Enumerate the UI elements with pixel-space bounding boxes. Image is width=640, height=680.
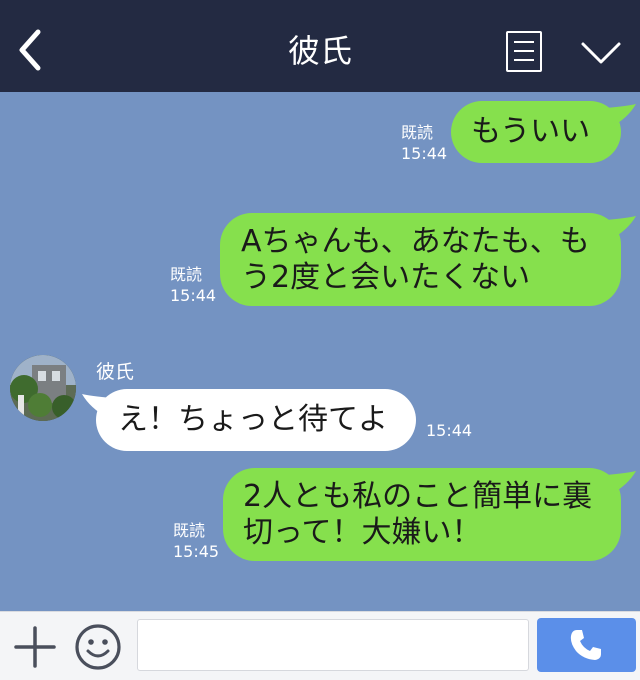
avatar[interactable] <box>10 355 76 421</box>
message-meta: 既読 15:45 <box>173 520 219 562</box>
bubble-tail <box>606 104 636 128</box>
message-text: え！ちょっと待てよ <box>118 402 388 437</box>
message-text: もういい <box>471 114 591 149</box>
sent-message-bubble[interactable]: Aちゃんも、あなたも、も う2度と会いたくない <box>220 213 621 306</box>
smiley-icon[interactable] <box>74 623 122 671</box>
call-button[interactable] <box>537 618 636 672</box>
input-bar <box>0 611 640 680</box>
phone-icon <box>570 630 601 660</box>
message-meta: 既読 15:44 <box>170 264 216 306</box>
message-input[interactable] <box>137 619 529 671</box>
plus-icon[interactable] <box>14 626 56 668</box>
chevron-down-icon[interactable] <box>580 40 622 66</box>
sent-message-bubble[interactable]: もういい <box>451 101 621 163</box>
message-text-line: Aちゃんも、あなたも、も <box>241 224 590 259</box>
avatar-photo <box>10 355 76 421</box>
sent-message-bubble[interactable]: 2人とも私のこと簡単に裏 切って！大嫌い！ <box>223 468 621 561</box>
received-message-bubble[interactable]: え！ちょっと待てよ <box>96 389 416 451</box>
chat-title: 彼氏 <box>287 32 352 70</box>
read-receipt: 既読 <box>173 521 206 540</box>
message-time: 15:44 <box>170 286 217 305</box>
message-text-line: 切って！大嫌い！ <box>243 515 482 550</box>
bubble-tail <box>606 471 636 495</box>
bubble-tail <box>606 216 636 240</box>
message-time: 15:44 <box>401 144 448 163</box>
message-meta: 既読 15:44 <box>401 122 447 164</box>
message-time: 15:44 <box>426 421 473 440</box>
message-meta: 15:44 <box>426 420 472 441</box>
read-receipt: 既読 <box>401 123 434 142</box>
message-text-line: う2度と会いたくない <box>241 260 531 295</box>
note-icon[interactable] <box>506 31 542 72</box>
message-time: 15:45 <box>173 542 220 561</box>
read-receipt: 既読 <box>170 265 203 284</box>
chat-header: 彼氏 <box>0 0 640 92</box>
message-list[interactable]: 既読 15:44 もういい 既読 15:44 Aちゃんも、あなたも、も う2度と… <box>0 92 640 611</box>
sender-name: 彼氏 <box>96 361 135 383</box>
message-text-line: 2人とも私のこと簡単に裏 <box>243 479 593 514</box>
